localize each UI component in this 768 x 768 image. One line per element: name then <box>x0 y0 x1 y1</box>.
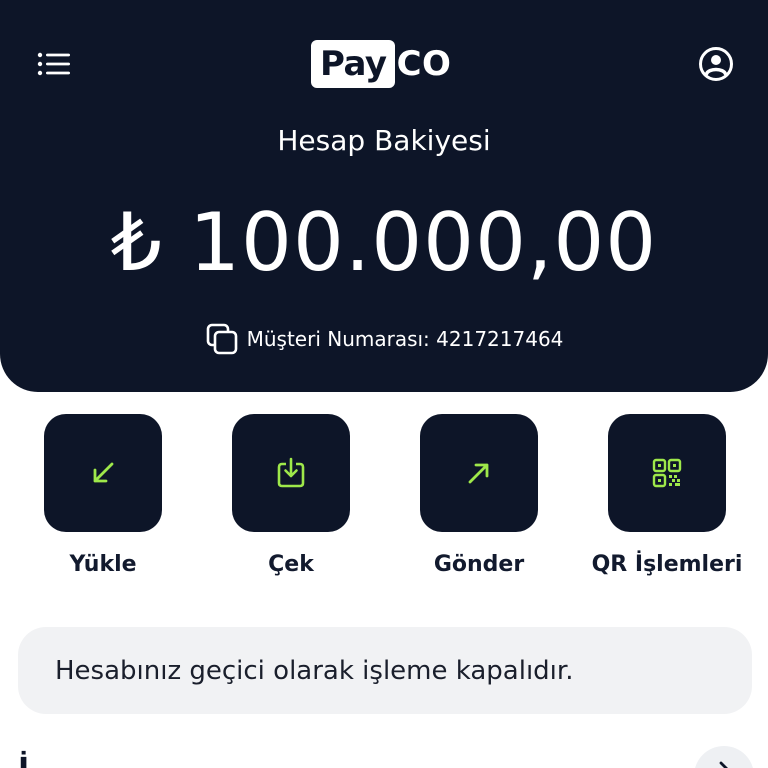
action-tile <box>44 414 162 532</box>
logo-pay-text: Pay <box>311 40 395 88</box>
action-tile <box>232 414 350 532</box>
copy-icon[interactable] <box>205 322 239 356</box>
account-closed-notice: Hesabınız geçici olarak işleme kapalıdır… <box>18 627 752 714</box>
section-title: İ... <box>18 752 63 768</box>
action-label: QR İşlemleri <box>591 552 743 577</box>
action-label: Yükle <box>69 552 137 577</box>
user-profile-icon <box>699 47 733 81</box>
action-cek-button[interactable]: Çek <box>196 414 386 577</box>
action-label: Gönder <box>433 552 525 577</box>
arrow-down-left-icon <box>93 462 114 483</box>
action-tile <box>420 414 538 532</box>
profile-button[interactable] <box>697 45 735 83</box>
action-qr-button[interactable]: QR İşlemleri <box>572 414 762 577</box>
action-label: Çek <box>268 552 314 577</box>
balance-amount: ₺ 100.000,00 <box>110 196 658 289</box>
balance-label: Hesap Bakiyesi <box>277 124 491 157</box>
action-yukle-button[interactable]: Yükle <box>8 414 198 577</box>
action-tile <box>608 414 726 532</box>
hamburger-menu-icon <box>37 52 70 76</box>
section-more-button[interactable] <box>694 746 754 768</box>
customer-number-row: Müşteri Numarası: 4217217464 <box>0 322 768 356</box>
action-gonder-button[interactable]: Gönder <box>384 414 574 577</box>
quick-actions: Yükle Çek Gönder QR İşlemleri <box>0 414 768 594</box>
payco-logo: Pay CO <box>311 40 451 88</box>
header: Pay CO Hesap Bakiyesi ₺ 100.000,00 Müşte… <box>0 0 768 392</box>
arrow-up-right-icon <box>468 463 489 484</box>
qr-code-icon <box>652 458 682 488</box>
notice-text: Hesabınız geçici olarak işleme kapalıdır… <box>55 655 574 686</box>
menu-button[interactable] <box>36 48 74 80</box>
customer-number-text: Müşteri Numarası: 4217217464 <box>246 327 564 351</box>
download-tray-icon <box>277 457 305 488</box>
logo-co-text: CO <box>396 44 452 84</box>
chevron-right-icon <box>719 761 728 768</box>
